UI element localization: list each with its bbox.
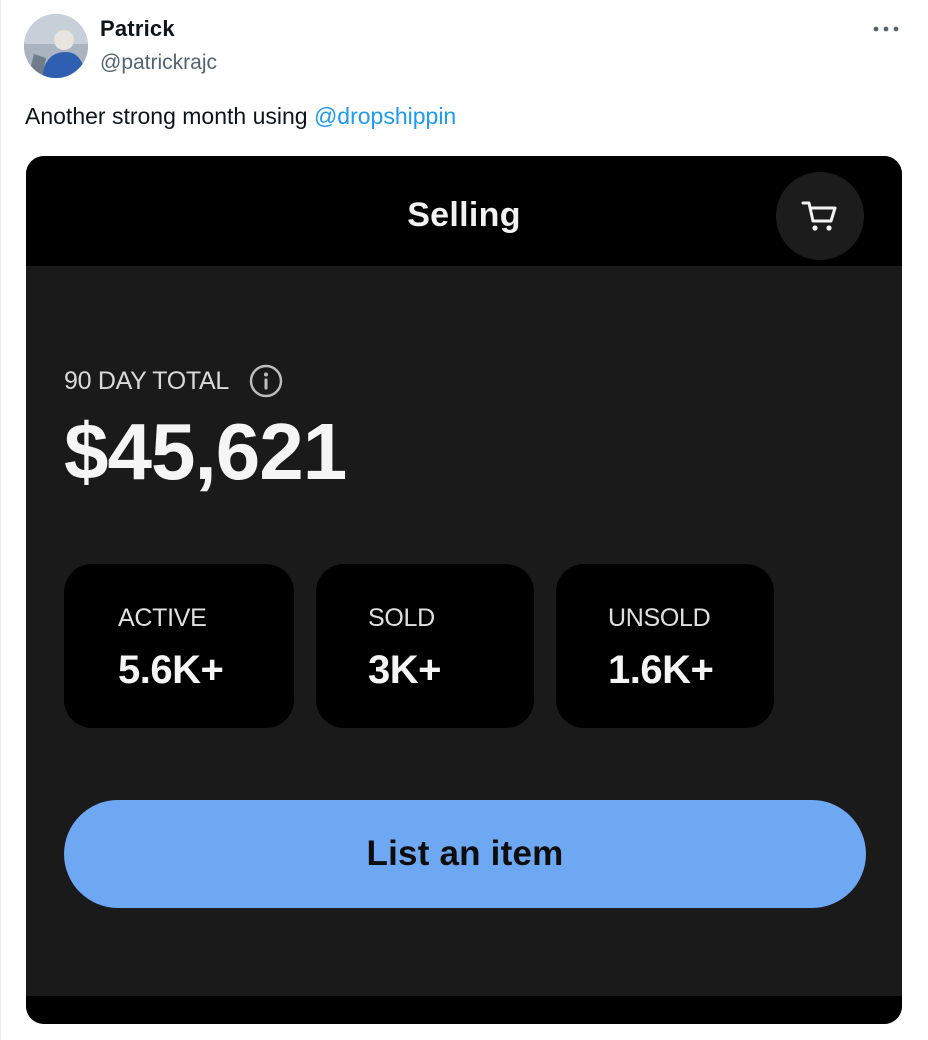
tweet: Patrick @patrickrajc Another strong mont… [0,0,928,1040]
total-label-row: 90 DAY TOTAL [64,364,283,398]
stat-label: UNSOLD [608,604,711,632]
total-label: 90 DAY TOTAL [64,366,230,395]
stat-value: 5.6K+ [118,648,224,692]
stat-label: SOLD [368,604,435,632]
stat-card-unsold[interactable]: UNSOLD 1.6K+ [556,564,774,728]
stat-card-sold[interactable]: SOLD 3K+ [316,564,534,728]
total-value: $45,621 [64,407,347,496]
shopping-cart-icon [801,201,837,231]
stat-label: ACTIVE [118,604,207,632]
stat-value: 3K+ [368,648,442,692]
author-handle[interactable]: @patrickrajc [100,51,217,75]
card-footer-bar [26,996,902,1024]
more-horizontal-icon[interactable] [864,14,908,44]
author-avatar[interactable] [24,14,88,78]
tweet-text-body: Another strong month using [25,103,314,129]
list-item-button[interactable]: List an item [64,800,866,908]
header-title: Selling [407,196,521,234]
mention-link[interactable]: @dropshippin [314,103,456,129]
stat-card-active[interactable]: ACTIVE 5.6K+ [64,564,294,728]
profile-photo [24,14,88,78]
list-item-button-label: List an item [366,834,564,873]
stat-value: 1.6K+ [608,648,714,692]
embedded-screenshot[interactable]: Selling 90 DAY TOTAL $45,621 ACTIVE 5.6K… [26,156,902,1024]
cart-button[interactable] [776,172,864,260]
author-name[interactable]: Patrick [100,16,175,42]
tweet-text: Another strong month using @dropshippin [25,103,456,130]
selling-header: Selling [26,156,902,266]
info-circle-icon[interactable] [249,364,283,398]
